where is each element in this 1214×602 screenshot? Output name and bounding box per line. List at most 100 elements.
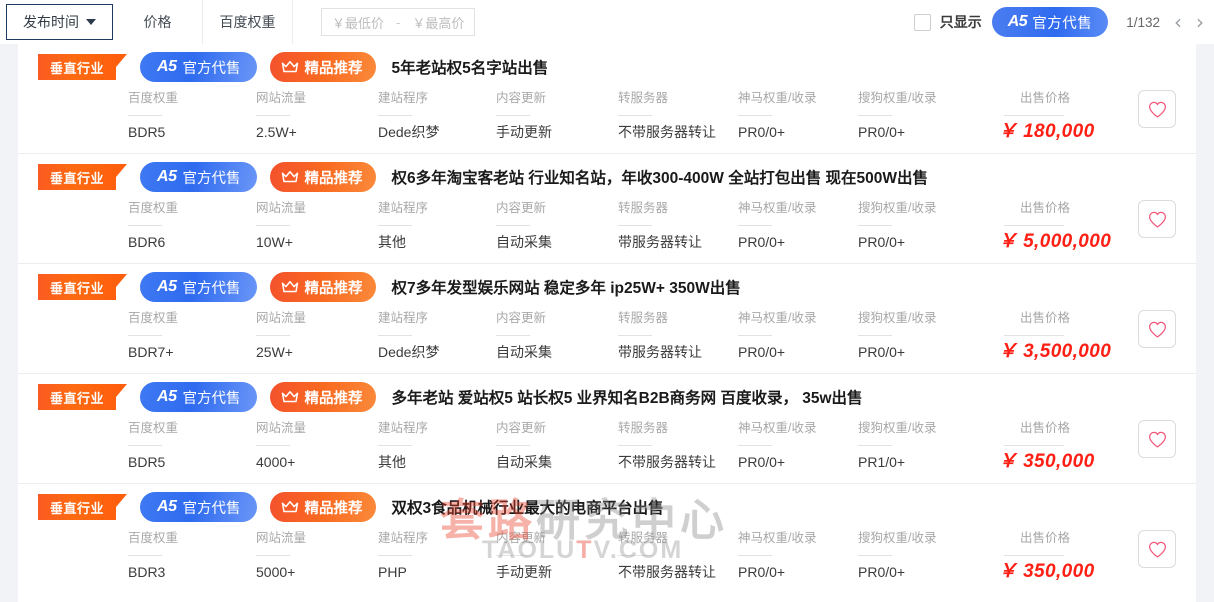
spec-server: 转服务器 带服务器转让 — [618, 310, 702, 360]
a5-logo-icon: A5 — [1007, 13, 1028, 30]
premium-recommend-badge[interactable]: 精品推荐 — [270, 382, 377, 412]
spec-label: 网站流量 — [256, 201, 307, 215]
spec-value: Dede织梦 — [378, 124, 440, 140]
filter-tab-baidu-weight[interactable]: 百度权重 — [203, 0, 293, 44]
spec-value: PR0/0+ — [858, 344, 906, 360]
spec-content-update: 内容更新 手动更新 — [496, 530, 552, 580]
spec-label: 内容更新 — [496, 421, 547, 435]
crown-icon — [282, 391, 299, 403]
price-range-filter[interactable]: ￥最低价 - ￥最高价 — [321, 8, 476, 36]
spec-rule — [738, 445, 772, 446]
spec-rule — [128, 335, 162, 336]
listing-title[interactable]: 双权3食品机械行业最大的电商平台出售 — [391, 496, 663, 518]
price-max-input[interactable]: ￥最高价 — [412, 13, 464, 32]
listing-title[interactable]: 5年老站权5名字站出售 — [391, 56, 548, 78]
price-min-input[interactable]: ￥最低价 — [332, 13, 384, 32]
spec-rule — [858, 335, 892, 336]
favorite-button[interactable] — [1138, 90, 1176, 128]
listing-row[interactable]: 垂直行业 A5 官方代售 精品推荐 权6多年淘宝客老站 行业知名站，年收300-400W… — [18, 154, 1196, 264]
spec-label: 出售价格 — [1020, 91, 1071, 105]
official-resale-badge[interactable]: A5 官方代售 — [140, 52, 258, 82]
official-resale-badge-label: 官方代售 — [182, 60, 241, 77]
spec-value: 不带服务器转让 — [618, 454, 716, 470]
spec-label: 神马权重/收录 — [738, 421, 817, 435]
spec-label: 搜狗权重/收录 — [858, 421, 937, 435]
spec-label: 建站程序 — [378, 311, 429, 325]
premium-recommend-label: 精品推荐 — [304, 60, 363, 77]
official-resale-badge[interactable]: A5 官方代售 — [140, 492, 258, 522]
spec-label: 神马权重/收录 — [738, 91, 817, 105]
spec-rule — [738, 225, 772, 226]
listing-row-header: 垂直行业 A5 官方代售 精品推荐 5年老站权5名字站出售 — [18, 44, 1196, 90]
filter-tab-publish-time[interactable]: 发布时间 — [6, 4, 113, 40]
filter-tab-group: 发布时间 价格 百度权重 — [0, 0, 293, 44]
listing-title[interactable]: 多年老站 爱站权5 站长权5 业界知名B2B商务网 百度收录， 35w出售 — [391, 386, 862, 408]
listing-title[interactable]: 权7多年发型娱乐网站 稳定多年 ip25W+ 350W出售 — [391, 276, 740, 298]
listing-row[interactable]: 垂直行业 A5 官方代售 精品推荐 5年老站权5名字站出售 百度权重 BDR5 网站流量 2.5… — [18, 44, 1196, 154]
spec-server: 转服务器 不带服务器转让 — [618, 420, 716, 470]
spec-value: 自动采集 — [496, 344, 552, 360]
vertical-industry-tag: 垂直行业 — [38, 494, 128, 520]
prev-page-icon[interactable]: ‹ — [1174, 12, 1182, 32]
spec-baidu-weight: 百度权重 BDR5 — [128, 420, 178, 470]
spec-price: 出售价格 ￥ 3,500,000 — [998, 310, 1111, 361]
listing-row-header: 垂直行业 A5 官方代售 精品推荐 多年老站 爱站权5 站长权5 业界知名B2B商务网 … — [18, 374, 1196, 420]
a5-logo-icon: A5 — [157, 278, 177, 295]
next-page-icon[interactable]: › — [1196, 12, 1204, 32]
spec-value: PR0/0+ — [738, 564, 786, 580]
official-resale-filter-pill[interactable]: A5 官方代售 — [991, 7, 1109, 37]
a5-logo-icon: A5 — [157, 388, 177, 405]
official-resale-badge[interactable]: A5 官方代售 — [140, 272, 258, 302]
favorite-button[interactable] — [1138, 530, 1176, 568]
spec-cms: 建站程序 其他 — [378, 200, 428, 250]
listing-specs: 百度权重 BDR7+ 网站流量 25W+ 建站程序 Dede织梦 内容更新 自动采集 转服务器带… — [18, 310, 1196, 374]
premium-recommend-badge[interactable]: 精品推荐 — [270, 52, 377, 82]
official-resale-badge[interactable]: A5 官方代售 — [140, 162, 258, 192]
favorite-button[interactable] — [1138, 310, 1176, 348]
spec-value: 手动更新 — [496, 564, 552, 580]
vertical-industry-tag: 垂直行业 — [38, 274, 128, 300]
spec-label: 神马权重/收录 — [738, 201, 817, 215]
favorite-button[interactable] — [1138, 200, 1176, 238]
spec-label: 搜狗权重/收录 — [858, 311, 937, 325]
favorite-button[interactable] — [1138, 420, 1176, 458]
heart-icon — [1148, 211, 1166, 227]
price-range-separator: - — [396, 14, 401, 30]
heart-icon — [1148, 101, 1166, 117]
spec-traffic: 网站流量 10W+ — [256, 200, 306, 250]
spec-shenma: 神马权重/收录 PR0/0+ — [738, 310, 816, 360]
listing-specs: 百度权重 BDR6 网站流量 10W+ 建站程序 其他 内容更新 自动采集 转服务器 带服务器转让… — [18, 200, 1196, 264]
spec-rule — [1004, 115, 1064, 116]
listing-title[interactable]: 权6多年淘宝客老站 行业知名站，年收300-400W 全站打包出售 现在500W… — [391, 166, 928, 188]
spec-value: PHP — [378, 564, 407, 580]
spec-content-update: 内容更新 自动采集 — [496, 200, 552, 250]
spec-label: 内容更新 — [496, 311, 547, 325]
spec-rule — [128, 445, 162, 446]
filter-tab-publish-time-label: 发布时间 — [23, 14, 79, 30]
listing-row[interactable]: 垂直行业 A5 官方代售 精品推荐 双权3食品机械行业最大的电商平台出售 百度权重 BDR3… — [18, 484, 1196, 594]
only-show-checkbox[interactable] — [913, 13, 931, 31]
filter-tab-price[interactable]: 价格 — [113, 0, 203, 44]
official-resale-badge[interactable]: A5 官方代售 — [140, 382, 258, 412]
spec-label: 百度权重 — [128, 201, 179, 215]
spec-rule — [1004, 445, 1064, 446]
listing-specs: 百度权重 BDR3 网站流量 5000+ 建站程序 PHP 内容更新 手动更新 转服务器 不带服务… — [18, 530, 1196, 594]
premium-recommend-badge[interactable]: 精品推荐 — [270, 492, 377, 522]
listing-row-header: 垂直行业 A5 官方代售 精品推荐 双权3食品机械行业最大的电商平台出售 — [18, 484, 1196, 530]
spec-value: 2.5W+ — [256, 124, 297, 140]
filter-tab-baidu-weight-label: 百度权重 — [219, 14, 276, 30]
spec-value: 不带服务器转让 — [618, 564, 716, 580]
premium-recommend-badge[interactable]: 精品推荐 — [270, 272, 377, 302]
spec-label: 搜狗权重/收录 — [858, 531, 937, 545]
spec-label: 转服务器 — [618, 311, 669, 325]
listing-row[interactable]: 垂直行业 A5 官方代售 精品推荐 多年老站 爱站权5 站长权5 业界知名B2B商务网 … — [18, 374, 1196, 484]
listing-row[interactable]: 垂直行业 A5 官方代售 精品推荐 权7多年发型娱乐网站 稳定多年 ip25W+ 350… — [18, 264, 1196, 374]
listing-price: ￥ 180,000 — [998, 121, 1095, 142]
heart-icon — [1148, 541, 1166, 557]
premium-recommend-badge[interactable]: 精品推荐 — [270, 162, 377, 192]
listing-row-header: 垂直行业 A5 官方代售 精品推荐 权7多年发型娱乐网站 稳定多年 ip25W+ 350… — [18, 264, 1196, 310]
spec-label: 网站流量 — [256, 531, 307, 545]
spec-label: 搜狗权重/收录 — [858, 201, 937, 215]
spec-rule — [378, 445, 412, 446]
spec-price: 出售价格 ￥ 350,000 — [998, 420, 1095, 471]
